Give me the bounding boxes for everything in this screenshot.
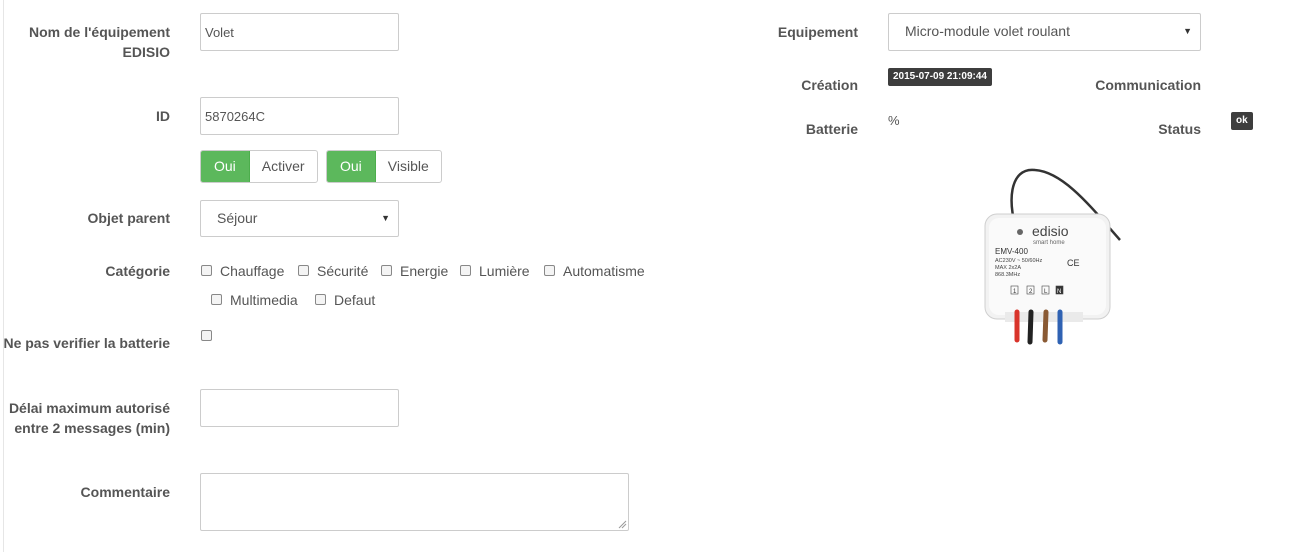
category-checkbox-chauffage[interactable] <box>201 265 212 276</box>
category-label-lumiere: Lumière <box>479 263 530 279</box>
product-model: EMV-400 <box>995 247 1028 256</box>
product-spec-2: MAX 2x2A <box>995 265 1021 271</box>
visible-label[interactable]: Visible <box>376 151 441 182</box>
category-checkbox-energie[interactable] <box>381 265 392 276</box>
creation-date-badge: 2015-07-09 21:09:44 <box>888 68 992 86</box>
name-input[interactable] <box>200 13 399 51</box>
category-checkbox-automatisme[interactable] <box>544 265 555 276</box>
activate-on-button[interactable]: Oui <box>201 151 250 182</box>
category-label-defaut: Defaut <box>334 292 376 308</box>
category-label-securite: Sécurité <box>317 263 369 279</box>
comment-textarea[interactable] <box>200 473 629 531</box>
resize-grip-icon[interactable] <box>618 520 627 529</box>
delay-input[interactable] <box>200 389 399 427</box>
name-label: Nom de l'équipement EDISIO <box>28 24 170 60</box>
category-checkbox-multimedia[interactable] <box>211 294 222 305</box>
terminal-label-n: N <box>1057 289 1061 295</box>
id-label: ID <box>156 108 170 124</box>
comment-label: Commentaire <box>80 484 170 500</box>
product-brand: edisio <box>1032 223 1069 239</box>
battery-value: % <box>888 113 900 128</box>
product-spec-3: 868.3MHz <box>995 272 1020 278</box>
category-label: Catégorie <box>105 263 170 279</box>
visible-on-button[interactable]: Oui <box>327 151 376 182</box>
chevron-down-icon: ▼ <box>381 213 390 223</box>
delay-label: Délai maximum autorisé entre 2 messages … <box>8 400 170 436</box>
creation-label: Création <box>801 77 858 93</box>
product-brand-sub: smart home <box>1033 240 1065 246</box>
category-checkbox-defaut[interactable] <box>315 294 326 305</box>
activate-label[interactable]: Activer <box>250 151 317 182</box>
visible-toggle[interactable]: Oui Visible <box>326 150 442 183</box>
chevron-down-icon: ▼ <box>1183 26 1192 36</box>
product-spec-1: AC230V ~ 50/60Hz <box>995 258 1042 264</box>
ce-mark: CE <box>1067 258 1080 268</box>
product-image: edisio smart home EMV-400 AC230V ~ 50/60… <box>984 168 1121 345</box>
category-label-automatisme: Automatisme <box>563 263 645 279</box>
parent-select[interactable]: Séjour ▼ <box>200 200 399 237</box>
category-label-chauffage: Chauffage <box>220 263 285 279</box>
category-label-multimedia: Multimedia <box>230 292 298 308</box>
battery-check-checkbox[interactable] <box>201 330 212 341</box>
category-label-energie: Energie <box>400 263 449 279</box>
battery-check-label: Ne pas verifier la batterie <box>3 335 170 351</box>
communication-label: Communication <box>1095 77 1201 93</box>
parent-select-value: Séjour <box>217 210 258 226</box>
battery-label: Batterie <box>805 121 858 137</box>
equipment-select-value: Micro-module volet roulant <box>905 23 1070 39</box>
equipment-label: Equipement <box>777 24 858 40</box>
status-label: Status <box>1158 121 1201 137</box>
parent-label: Objet parent <box>87 210 170 226</box>
status-badge: ok <box>1231 112 1253 130</box>
id-input[interactable] <box>200 97 399 135</box>
activate-toggle[interactable]: Oui Activer <box>200 150 318 183</box>
equipment-select[interactable]: Micro-module volet roulant ▼ <box>888 13 1201 51</box>
category-checkbox-lumiere[interactable] <box>460 265 471 276</box>
category-checkbox-securite[interactable] <box>298 265 309 276</box>
